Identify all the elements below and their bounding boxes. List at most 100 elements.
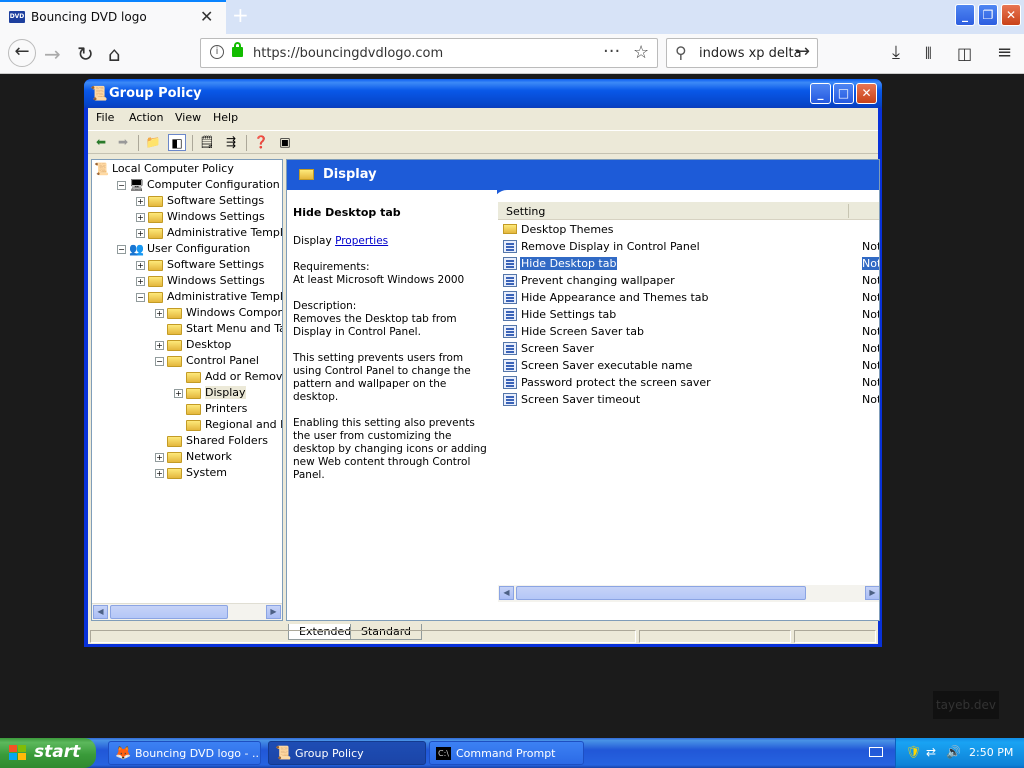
expand-icon[interactable]: + — [136, 260, 145, 270]
show-hide-action-pane-icon[interactable]: ▣ — [276, 134, 294, 151]
list-item[interactable]: Hide Settings tab Not — [498, 306, 879, 323]
up-one-level-icon[interactable]: 📁 — [144, 134, 162, 151]
tree-item[interactable]: + Software Settings — [136, 194, 264, 210]
expand-icon[interactable]: + — [155, 452, 164, 462]
forward-arrow-icon[interactable]: ➡ — [114, 134, 132, 151]
list-item[interactable]: Prevent changing wallpaper Not — [498, 272, 879, 289]
home-icon[interactable]: ⌂ — [108, 42, 121, 66]
tree-item[interactable]: + Windows Components — [155, 306, 282, 322]
tree-item[interactable]: + Windows Settings — [136, 274, 265, 290]
url-text[interactable]: https://bouncingdvdlogo.com — [253, 46, 443, 61]
collapse-icon[interactable]: − — [136, 292, 145, 302]
sidebar-icon[interactable]: ◫ — [957, 44, 972, 63]
list-item[interactable]: Hide Desktop tab Not — [498, 255, 879, 272]
scroll-thumb[interactable] — [516, 586, 806, 600]
list-item[interactable]: Remove Display in Control Panel Not — [498, 238, 879, 255]
taskbar-button-command-prompt[interactable]: C:\ Command Prompt — [429, 741, 584, 765]
bookmark-star-icon[interactable]: ☆ — [633, 42, 649, 63]
menu-view[interactable]: View — [175, 111, 201, 124]
list-item[interactable]: Desktop Themes — [498, 221, 879, 238]
security-shield-icon[interactable]: 🛡 — [906, 745, 921, 759]
list-item[interactable]: Password protect the screen saver Not — [498, 374, 879, 391]
list-item[interactable]: Screen Saver Not — [498, 340, 879, 357]
tree-item[interactable]: + Desktop — [155, 338, 231, 354]
back-arrow-icon[interactable]: ⬅ — [92, 134, 110, 151]
expand-icon[interactable]: + — [155, 468, 164, 478]
tree-item[interactable]: Printers — [174, 402, 247, 418]
list-item[interactable]: Hide Screen Saver tab Not — [498, 323, 879, 340]
tree-item[interactable]: − Control Panel — [155, 354, 259, 370]
url-bar[interactable]: i https://bouncingdvdlogo.com ··· ☆ — [200, 38, 658, 68]
search-bar[interactable]: ⚲ indows xp delta → — [666, 38, 818, 68]
tree-item[interactable]: + Software Settings — [136, 258, 264, 274]
show-hide-tree-icon[interactable]: ◧ — [168, 134, 186, 151]
reload-icon[interactable]: ↻ — [77, 42, 94, 66]
scroll-left-icon[interactable]: ◀ — [93, 605, 108, 619]
minimize-button[interactable]: _ — [810, 83, 831, 104]
close-button[interactable]: ✕ — [856, 83, 877, 104]
taskbar-button-group-policy[interactable]: 📜 Group Policy — [268, 741, 426, 765]
collapse-icon[interactable]: − — [155, 356, 164, 366]
new-tab-icon[interactable]: + — [232, 3, 249, 27]
tree-item[interactable]: − 👥 User Configuration — [117, 242, 250, 258]
library-icon[interactable]: ⫴ — [925, 44, 932, 64]
properties-icon[interactable]: 🗒 — [198, 134, 216, 151]
tree-item[interactable]: Add or Remove Programs — [174, 370, 282, 386]
tree-item[interactable]: Shared Folders — [155, 434, 268, 450]
search-query[interactable]: indows xp delta — [699, 46, 802, 61]
window-title-bar[interactable]: 📜 Group Policy _ □ ✕ — [84, 79, 882, 108]
expand-icon[interactable]: + — [136, 196, 145, 206]
downloads-icon[interactable]: ⤓ — [892, 42, 900, 63]
list-item[interactable]: Hide Appearance and Themes tab Not — [498, 289, 879, 306]
menu-action[interactable]: Action — [129, 111, 163, 124]
expand-icon[interactable]: + — [136, 228, 145, 238]
browser-tab[interactable]: DVD Bouncing DVD logo ✕ — [0, 0, 226, 34]
tree-horizontal-scrollbar[interactable]: ◀ ▶ — [92, 603, 282, 620]
list-horizontal-scrollbar[interactable]: ◀ ▶ — [498, 585, 879, 602]
tree-item[interactable]: − 🖥 Computer Configuration — [117, 178, 280, 194]
tree-item[interactable]: + Administrative Templates — [136, 226, 282, 242]
volume-icon[interactable]: 🔊 — [946, 745, 961, 759]
collapse-icon[interactable]: − — [117, 180, 126, 190]
column-separator[interactable] — [848, 204, 849, 218]
back-icon[interactable]: ← — [8, 39, 36, 67]
menu-icon[interactable]: ≡ — [997, 42, 1012, 63]
tree-item[interactable]: + Network — [155, 450, 232, 466]
column-header-setting[interactable]: Setting — [506, 205, 545, 218]
scroll-left-icon[interactable]: ◀ — [499, 586, 514, 600]
page-actions-icon[interactable]: ··· — [603, 41, 620, 62]
collapse-icon[interactable]: − — [117, 244, 126, 254]
taskbar-button-firefox[interactable]: 🦊 Bouncing DVD logo - ... — [108, 741, 261, 765]
tree-item[interactable]: + System — [155, 466, 227, 482]
maximize-button[interactable]: □ — [833, 83, 854, 104]
scroll-right-icon[interactable]: ▶ — [865, 586, 879, 600]
network-icon[interactable]: ⇄ — [926, 745, 936, 759]
expand-icon[interactable]: + — [136, 276, 145, 286]
forward-icon[interactable]: → — [44, 42, 61, 66]
start-button[interactable]: start — [0, 738, 96, 768]
tree-item[interactable]: 📜 Local Computer Policy — [94, 162, 234, 178]
tree-item[interactable]: + Windows Settings — [136, 210, 265, 226]
tab-close-icon[interactable]: ✕ — [200, 7, 213, 26]
tree-item[interactable]: + Display — [174, 386, 246, 402]
scroll-right-icon[interactable]: ▶ — [266, 605, 281, 619]
keyboard-icon[interactable] — [869, 747, 883, 757]
export-list-icon[interactable]: ⇶ — [222, 134, 240, 151]
browser-close-button[interactable]: ✕ — [1001, 4, 1021, 26]
properties-link[interactable]: Properties — [335, 235, 388, 247]
search-go-icon[interactable]: → — [795, 41, 810, 62]
browser-minimize-button[interactable]: _ — [955, 4, 975, 26]
list-item[interactable]: Screen Saver timeout Not — [498, 391, 879, 408]
expand-icon[interactable]: + — [155, 340, 164, 350]
tree-item[interactable]: − Administrative Templates — [136, 290, 282, 306]
menu-help[interactable]: Help — [213, 111, 238, 124]
site-info-icon[interactable]: i — [210, 45, 224, 59]
tree-item[interactable]: Regional and Language Options — [174, 418, 282, 434]
expand-icon[interactable]: + — [136, 212, 145, 222]
tree-item[interactable]: Start Menu and Taskbar — [155, 322, 282, 338]
browser-maximize-button[interactable]: ❐ — [978, 4, 998, 26]
expand-icon[interactable]: + — [174, 388, 183, 398]
expand-icon[interactable]: + — [155, 308, 164, 318]
scroll-thumb[interactable] — [110, 605, 228, 619]
list-item[interactable]: Screen Saver executable name Not — [498, 357, 879, 374]
